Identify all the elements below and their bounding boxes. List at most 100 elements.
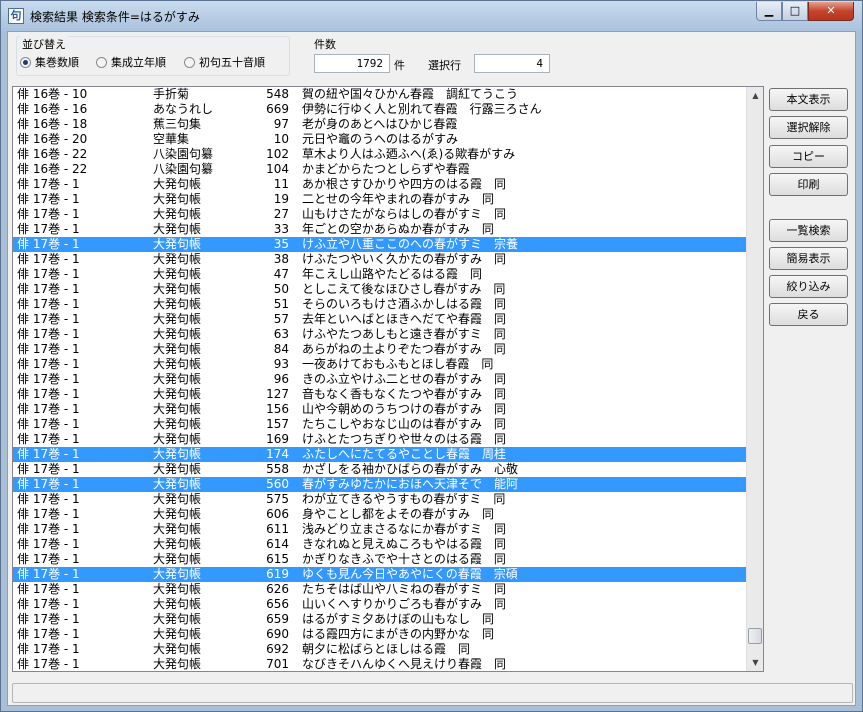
list-search-button[interactable]: 一覧検索 [769, 219, 848, 242]
result-row[interactable]: 俳 17巻 - 1 大発句帳 27 山もけさたがならはしの春がすミ 同 [13, 207, 746, 222]
result-number: 51 [273, 297, 289, 311]
show-text-button[interactable]: 本文表示 [769, 88, 848, 111]
result-number: 11 [273, 177, 289, 191]
result-row[interactable]: 俳 17巻 - 1 大発句帳 659 はるがすミ夕あけぼの山もなし 同 [13, 612, 746, 627]
back-button[interactable]: 戻る [769, 303, 848, 326]
result-ref: 俳 17巻 - 1 [17, 402, 80, 416]
result-collection: 大発句帳 [153, 537, 202, 551]
result-number: 10 [273, 132, 289, 146]
result-collection: 大発句帳 [153, 552, 202, 566]
count-unit: 件 [392, 57, 407, 73]
result-collection: 大発句帳 [153, 297, 202, 311]
status-bar [12, 683, 853, 703]
result-row[interactable]: 俳 17巻 - 1 大発句帳 619 ゆくも見ん今日やあやにくの春霞 宗碩 [13, 567, 746, 582]
minimize-button[interactable]: ▁ [756, 2, 782, 21]
radio-dot[interactable] [20, 56, 31, 68]
result-row[interactable]: 俳 17巻 - 1 大発句帳 606 身やことし都をよその春がすみ 同 [13, 507, 746, 522]
result-row[interactable]: 俳 17巻 - 1 大発句帳 33 年ごとの空かあらぬか春がすみ 同 [13, 222, 746, 237]
result-row[interactable]: 俳 16巻 - 22 八染園句纂 102 草木より人はふ廼ふへ(ゑ)る歟春がすみ [13, 147, 746, 162]
result-text: 賀の紐や国々ひかん春霞 調紅てうこう [302, 87, 519, 101]
scroll-down-icon[interactable]: ▼ [747, 654, 763, 671]
clear-selection-button[interactable]: 選択解除 [769, 116, 848, 139]
result-row[interactable]: 俳 17巻 - 1 大発句帳 19 二とせの今年やまれの春がすみ 同 [13, 192, 746, 207]
result-row[interactable]: 俳 16巻 - 22 八染園句纂 104 かまどからたつとしらずや春霞 [13, 162, 746, 177]
result-row[interactable]: 俳 17巻 - 1 大発句帳 38 けふたつやいく久かたの春がすみ 同 [13, 252, 746, 267]
result-text: 山もけさたがならはしの春がすミ 同 [302, 207, 507, 221]
result-collection: 大発句帳 [153, 357, 202, 371]
result-text: 春がすみゆたかにおほへ天津そで 能阿 [302, 477, 519, 491]
result-row[interactable]: 俳 17巻 - 1 大発句帳 157 たちこしやおなじ山のは春がすみ 同 [13, 417, 746, 432]
result-collection: あなうれし [153, 102, 214, 116]
simple-view-button[interactable]: 簡易表示 [769, 247, 848, 270]
result-text: かぎりなきふでや十さとのはる霞 同 [302, 552, 506, 566]
result-text: 草木より人はふ廼ふへ(ゑ)る歟春がすみ [302, 147, 516, 161]
result-row[interactable]: 俳 17巻 - 1 大発句帳 169 けふとたつちぎりや世々のはる霞 同 [13, 432, 746, 447]
radio-dot[interactable] [184, 56, 195, 68]
radio-label: 集成立年順 [111, 56, 166, 69]
result-row[interactable]: 俳 17巻 - 1 大発句帳 156 山や今朝めのうちつけの春がすみ 同 [13, 402, 746, 417]
result-text: けふやたつあしもと遠き春がすミ 同 [302, 327, 506, 341]
result-collection: 大発句帳 [153, 312, 202, 326]
result-row[interactable]: 俳 17巻 - 1 大発句帳 51 そらのいろもけさ酒ふかしはる霞 同 [13, 297, 746, 312]
result-row[interactable]: 俳 17巻 - 1 大発句帳 560 春がすみゆたかにおほへ天津そで 能阿 [13, 477, 746, 492]
result-number: 174 [266, 447, 289, 461]
sort-radio-year[interactable]: 集成立年順 [96, 54, 166, 70]
result-collection: 八染園句纂 [153, 162, 214, 176]
result-row[interactable]: 俳 17巻 - 1 大発句帳 127 音もなく香もなくたつや春がすみ 同 [13, 387, 746, 402]
result-row[interactable]: 俳 17巻 - 1 大発句帳 35 けふ立や八重ここのへの春がすミ 宗養 [13, 237, 746, 252]
result-row[interactable]: 俳 17巻 - 1 大発句帳 690 はる霞四方にまがきの内野かな 同 [13, 627, 746, 642]
result-collection: 大発句帳 [153, 327, 202, 341]
result-number: 38 [273, 252, 289, 266]
print-button[interactable]: 印刷 [769, 173, 848, 196]
result-row[interactable]: 俳 17巻 - 1 大発句帳 50 としこえて後なほひさし春がすみ 同 [13, 282, 746, 297]
result-row[interactable]: 俳 16巻 - 16 あなうれし 669 伊勢に行ゆく人と別れて春霞 行露三ろさん [13, 102, 746, 117]
result-row[interactable]: 俳 17巻 - 1 大発句帳 174 ふたしへにたてるやことし春霞 周桂 [13, 447, 746, 462]
vertical-scrollbar[interactable]: ▲ ▼ [746, 87, 763, 671]
result-row[interactable]: 俳 16巻 - 18 蕉三句集 97 老が身のあとへはひかじ春霞 [13, 117, 746, 132]
result-ref: 俳 17巻 - 1 [17, 477, 80, 491]
close-button[interactable]: ✕ [808, 2, 854, 21]
result-row[interactable]: 俳 17巻 - 1 大発句帳 626 たちそはば山や八ミねの春がすミ 同 [13, 582, 746, 597]
result-number: 50 [273, 282, 289, 296]
result-text: 年こえし山路やたどるはる霞 同 [302, 267, 483, 281]
result-row[interactable]: 俳 17巻 - 1 大発句帳 692 朝夕に松ばらとほしはる霞 同 [13, 642, 746, 657]
result-row[interactable]: 俳 17巻 - 1 大発句帳 63 けふやたつあしもと遠き春がすミ 同 [13, 327, 746, 342]
sort-label: 並び替え [20, 36, 68, 52]
result-row[interactable]: 俳 17巻 - 1 大発句帳 614 きなれぬと見えぬころもやはる霞 同 [13, 537, 746, 552]
result-row[interactable]: 俳 17巻 - 1 大発句帳 575 わが立てきるやうすもの春がすミ 同 [13, 492, 746, 507]
search-results-window: 句 検索結果 検索条件=はるがすみ ▁ □ ✕ 並び替え 集巻数順 集成立年順 … [0, 0, 863, 712]
result-row[interactable]: 俳 16巻 - 20 空華集 10 元日や竈のうへのはるがすみ [13, 132, 746, 147]
result-row[interactable]: 俳 17巻 - 1 大発句帳 611 浅みどり立まさるなにか春がすミ 同 [13, 522, 746, 537]
result-text: 山や今朝めのうちつけの春がすみ 同 [302, 402, 507, 416]
result-ref: 俳 17巻 - 1 [17, 492, 80, 506]
result-number: 611 [266, 522, 289, 536]
result-text: はる霞四方にまがきの内野かな 同 [302, 627, 495, 641]
narrow-button[interactable]: 絞り込み [769, 275, 848, 298]
scroll-up-icon[interactable]: ▲ [747, 87, 763, 104]
result-ref: 俳 17巻 - 1 [17, 597, 80, 611]
result-number: 63 [273, 327, 289, 341]
result-row[interactable]: 俳 17巻 - 1 大発句帳 615 かぎりなきふでや十さとのはる霞 同 [13, 552, 746, 567]
radio-dot[interactable] [96, 56, 107, 68]
result-row[interactable]: 俳 17巻 - 1 大発句帳 47 年こえし山路やたどるはる霞 同 [13, 267, 746, 282]
result-number: 701 [266, 657, 289, 671]
result-collection: 大発句帳 [153, 462, 202, 476]
copy-button[interactable]: コピー [769, 145, 848, 168]
result-row[interactable]: 俳 17巻 - 1 大発句帳 701 なびきそハんゆくへ見えけり春霞 同 [13, 657, 746, 671]
sort-radio-volume[interactable]: 集巻数順 [20, 54, 79, 70]
result-row[interactable]: 俳 17巻 - 1 大発句帳 11 あか根さすひかりや四方のはる霞 同 [13, 177, 746, 192]
result-row[interactable]: 俳 17巻 - 1 大発句帳 57 去年といへばとほきへだてや春霞 同 [13, 312, 746, 327]
title-bar[interactable]: 句 検索結果 検索条件=はるがすみ ▁ □ ✕ [1, 1, 862, 31]
result-row[interactable]: 俳 17巻 - 1 大発句帳 93 一夜あけておもふもとほし春霞 同 [13, 357, 746, 372]
result-collection: 大発句帳 [153, 522, 202, 536]
result-row[interactable]: 俳 16巻 - 10 手折菊 548 賀の紐や国々ひかん春霞 調紅てうこう [13, 87, 746, 102]
sort-radio-kana[interactable]: 初句五十音順 [184, 54, 265, 70]
window-title: 検索結果 検索条件=はるがすみ [30, 10, 200, 24]
result-row[interactable]: 俳 17巻 - 1 大発句帳 96 きのふ立やけふ二とせの春がすみ 同 [13, 372, 746, 387]
result-row[interactable]: 俳 17巻 - 1 大発句帳 558 かざしをる袖かひばらの春がすみ 心敬 [13, 462, 746, 477]
scroll-thumb[interactable] [748, 628, 762, 644]
maximize-button[interactable]: □ [782, 2, 808, 21]
results-list[interactable]: 俳 16巻 - 10 手折菊 548 賀の紐や国々ひかん春霞 調紅てうこう俳 16巻 … [12, 86, 764, 672]
result-row[interactable]: 俳 17巻 - 1 大発句帳 656 山いくへすりかりごろも春がすみ 同 [13, 597, 746, 612]
result-row[interactable]: 俳 17巻 - 1 大発句帳 84 あらがねの土よりぞたつ春がすみ 同 [13, 342, 746, 357]
